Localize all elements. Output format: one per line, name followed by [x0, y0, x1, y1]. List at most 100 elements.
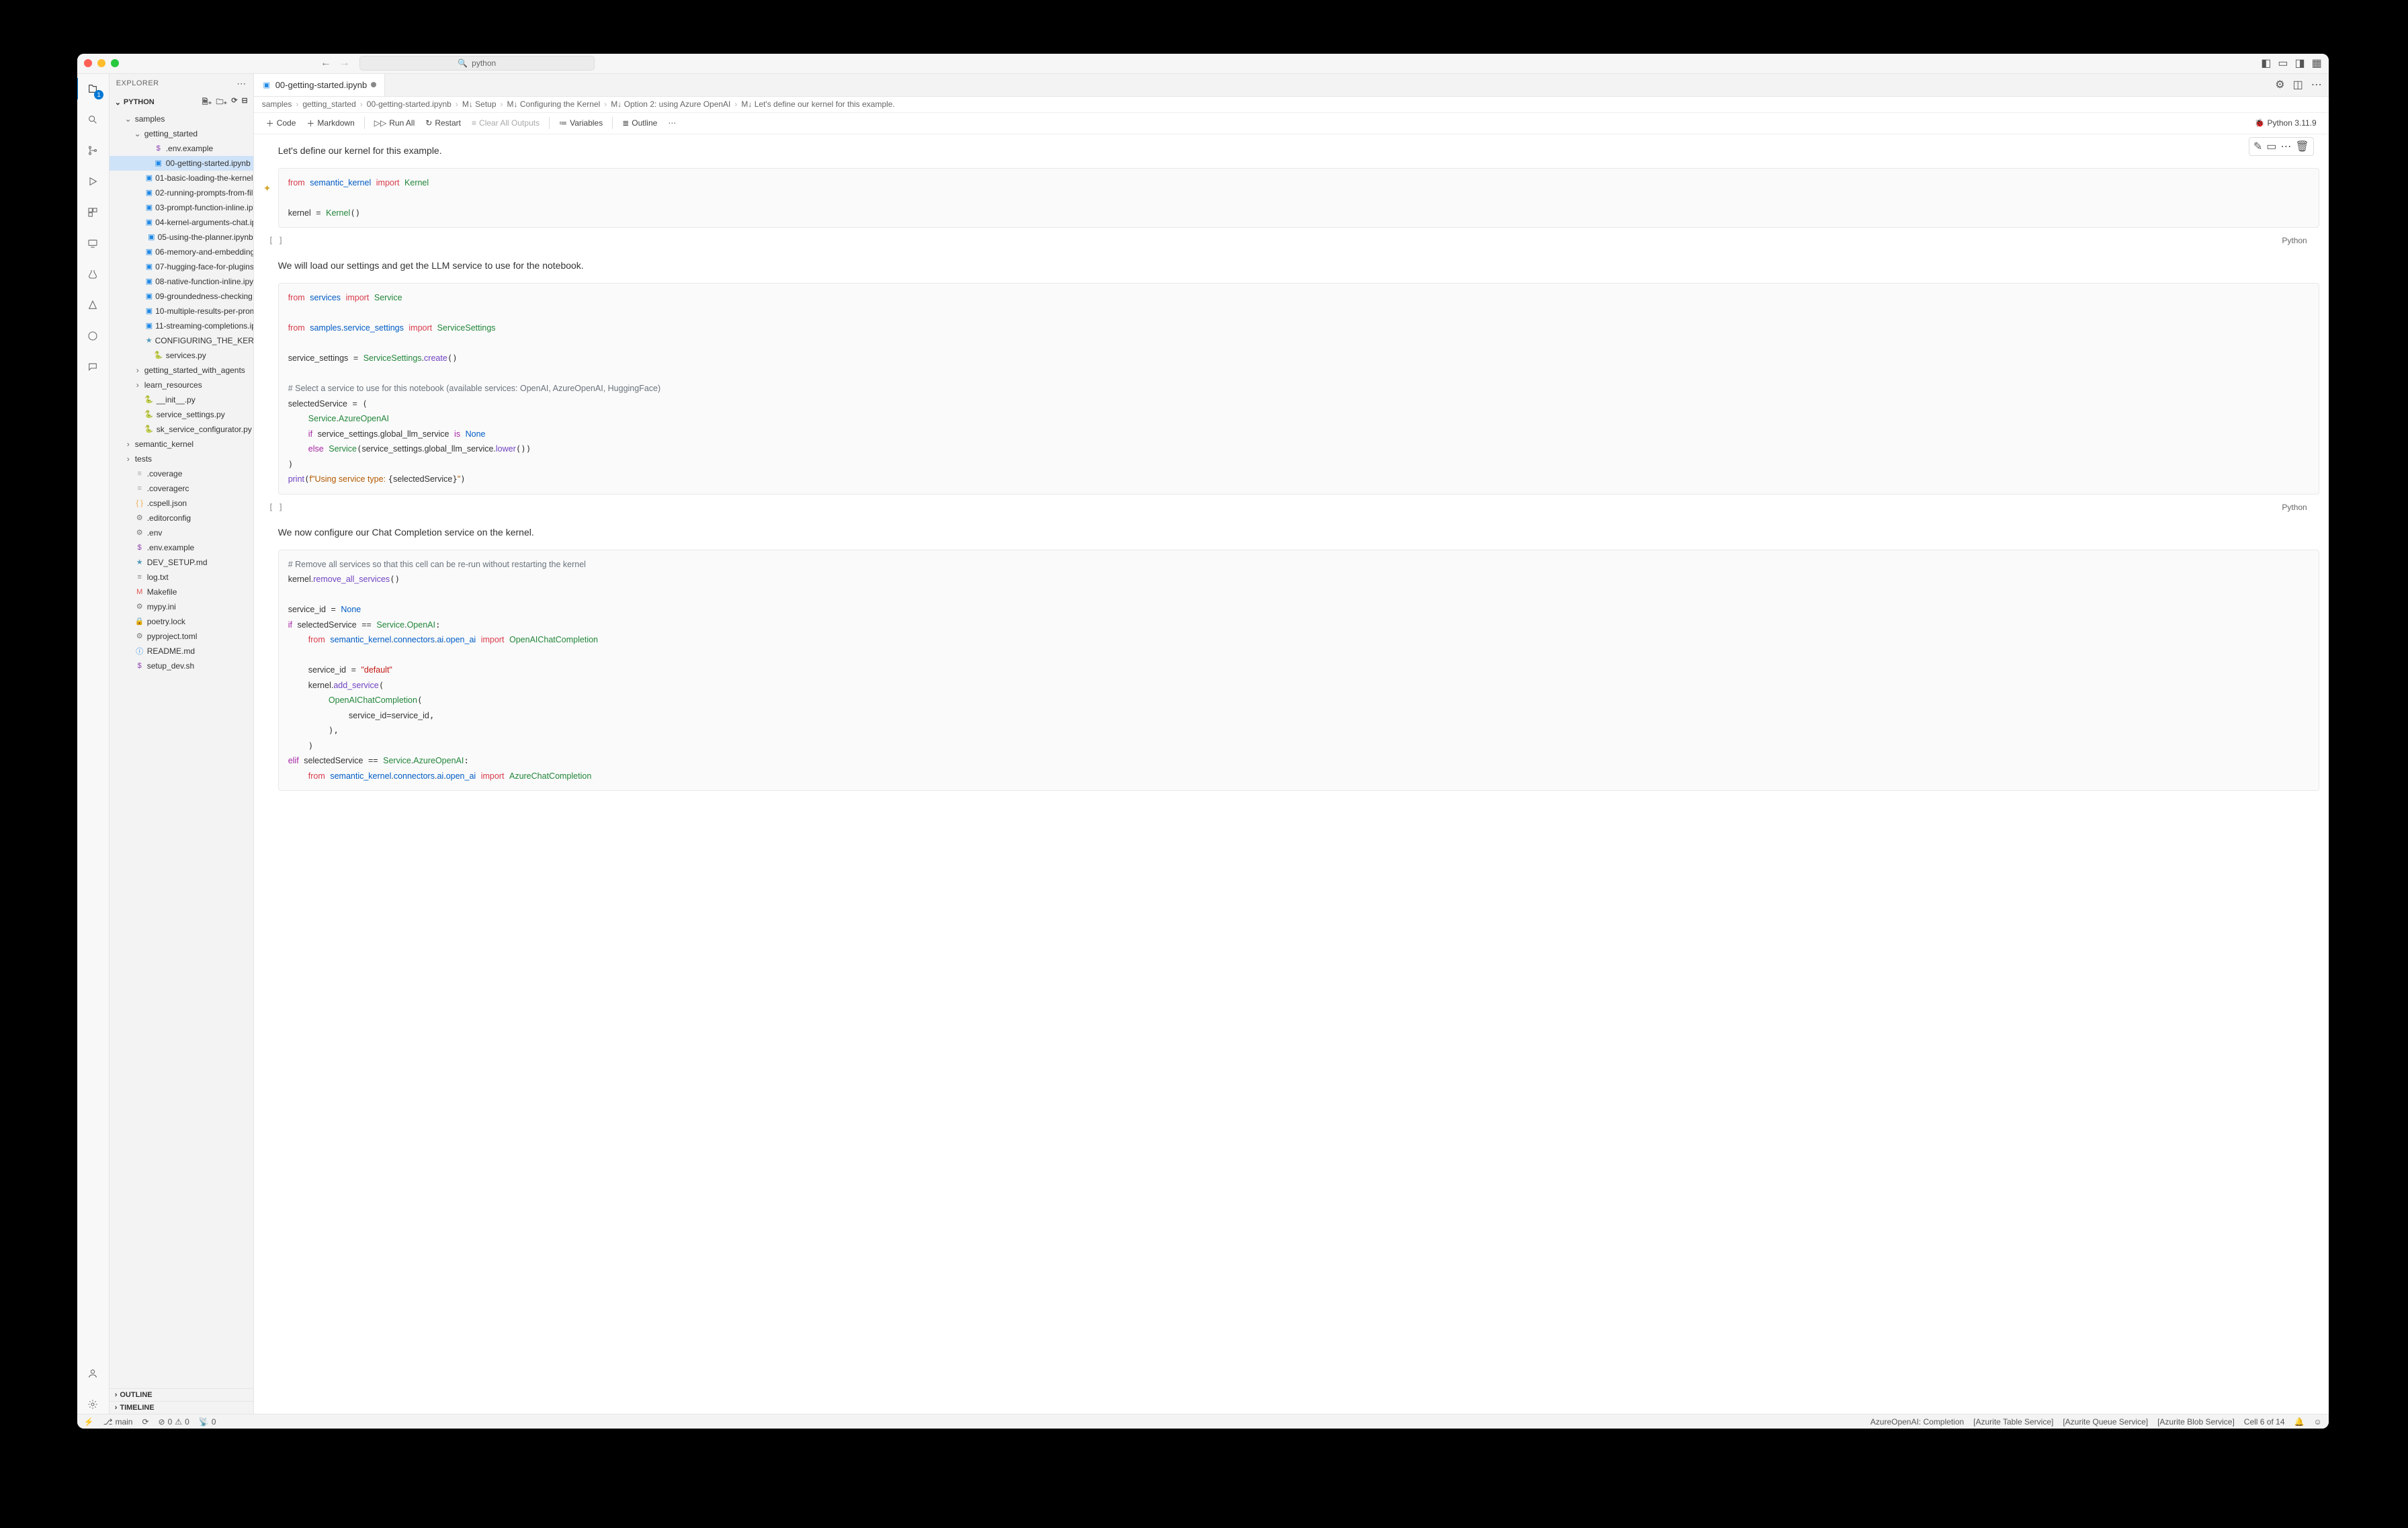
- more-cell-icon[interactable]: ⋯: [2280, 140, 2291, 153]
- git-branch[interactable]: ⎇main: [103, 1417, 133, 1427]
- cell-language[interactable]: Python: [2282, 236, 2312, 245]
- file-row[interactable]: ▣10-multiple-results-per-prompt.ipynb: [110, 304, 253, 319]
- kernel-picker[interactable]: 🐞 Python 3.11.9: [2251, 117, 2321, 129]
- timeline-section[interactable]: › TIMELINE: [110, 1401, 253, 1414]
- folder-section-header[interactable]: ⌄ PYTHON 🗎₊ 🗀₊ ⟳ ⊟: [110, 93, 253, 112]
- nav-forward-icon[interactable]: →: [339, 57, 350, 69]
- file-row[interactable]: ≡.coverage: [110, 466, 253, 481]
- command-center-search[interactable]: 🔍 python: [359, 56, 595, 71]
- folder-row[interactable]: ›semantic_kernel: [110, 437, 253, 452]
- sparkle-icon[interactable]: ✦: [262, 168, 278, 194]
- file-row[interactable]: ▣07-hugging-face-for-plugins.ipynb: [110, 259, 253, 274]
- file-row[interactable]: $.env.example: [110, 540, 253, 555]
- file-row[interactable]: $.env.example: [110, 141, 253, 156]
- folder-row[interactable]: ›learn_resources: [110, 378, 253, 392]
- activity-extensions[interactable]: [83, 203, 102, 222]
- split-editor-icon[interactable]: ◫: [2293, 78, 2303, 91]
- file-row[interactable]: ▣11-streaming-completions.ipynb: [110, 319, 253, 333]
- file-row[interactable]: 🐍services.py: [110, 348, 253, 363]
- ports-status[interactable]: 📡0: [199, 1417, 216, 1427]
- file-row[interactable]: ≡.coveragerc: [110, 481, 253, 496]
- file-row[interactable]: ⚙mypy.ini: [110, 599, 253, 614]
- file-row[interactable]: ★DEV_SETUP.md: [110, 555, 253, 570]
- file-row[interactable]: ⚙.editorconfig: [110, 511, 253, 525]
- activity-azure[interactable]: [83, 296, 102, 314]
- file-row[interactable]: ≡log.txt: [110, 570, 253, 585]
- markdown-cell[interactable]: Let's define our kernel for this example…: [262, 142, 2329, 168]
- code-editor[interactable]: # Remove all services so that this cell …: [278, 550, 2319, 792]
- outline-section[interactable]: › OUTLINE: [110, 1388, 253, 1401]
- file-row[interactable]: ▣03-prompt-function-inline.ipynb: [110, 200, 253, 215]
- code-editor[interactable]: from services import Service from sample…: [278, 283, 2319, 495]
- file-row[interactable]: { }.cspell.json: [110, 496, 253, 511]
- file-row[interactable]: MMakefile: [110, 585, 253, 599]
- remote-indicator[interactable]: ⚡: [84, 1417, 94, 1427]
- file-row[interactable]: ▣00-getting-started.ipynb: [110, 156, 253, 171]
- clear-all-button[interactable]: ≡Clear All Outputs: [468, 117, 544, 129]
- activity-accounts[interactable]: [83, 1364, 102, 1383]
- collapse-icon[interactable]: ⊟: [241, 96, 247, 109]
- minimize-window-button[interactable]: [97, 59, 105, 67]
- file-row[interactable]: 🐍__init__.py: [110, 392, 253, 407]
- layout-panel-icon[interactable]: ▭: [2278, 56, 2288, 70]
- file-row[interactable]: ▣02-running-prompts-from-file.ipynb: [110, 185, 253, 200]
- file-row[interactable]: 🐍service_settings.py: [110, 407, 253, 422]
- activity-settings[interactable]: [83, 1395, 102, 1414]
- more-icon[interactable]: ⋯: [2311, 78, 2322, 91]
- restart-button[interactable]: ↻Restart: [421, 117, 465, 129]
- gear-icon[interactable]: ⚙: [2275, 78, 2284, 91]
- breadcrumb-item[interactable]: 00-getting-started.ipynb: [367, 99, 452, 109]
- activity-explorer[interactable]: 1: [83, 79, 102, 98]
- file-row[interactable]: ▣04-kernel-arguments-chat.ipynb: [110, 215, 253, 230]
- view-cell-icon[interactable]: ▭: [2266, 140, 2276, 153]
- activity-chat[interactable]: [83, 357, 102, 376]
- activity-search[interactable]: [83, 110, 102, 129]
- breadcrumb-item[interactable]: M↓ Configuring the Kernel: [507, 99, 601, 109]
- layout-customize-icon[interactable]: ▦: [2312, 56, 2322, 70]
- cell-language[interactable]: Python: [2282, 503, 2312, 512]
- activity-github[interactable]: [83, 327, 102, 345]
- breadcrumb[interactable]: samples›getting_started›00-getting-start…: [254, 97, 2329, 113]
- new-folder-icon[interactable]: 🗀₊: [216, 96, 227, 109]
- toolbar-more-icon[interactable]: ⋯: [664, 118, 680, 128]
- breadcrumb-item[interactable]: M↓ Option 2: using Azure OpenAI: [611, 99, 730, 109]
- markdown-cell[interactable]: We will load our settings and get the LL…: [262, 257, 2329, 283]
- file-row[interactable]: ★CONFIGURING_THE_KERNEL.md: [110, 333, 253, 348]
- file-row[interactable]: $setup_dev.sh: [110, 659, 253, 673]
- file-row[interactable]: ▣08-native-function-inline.ipynb: [110, 274, 253, 289]
- sidebar-more-icon[interactable]: ⋯: [236, 78, 247, 89]
- status-item[interactable]: Cell 6 of 14: [2244, 1417, 2285, 1427]
- markdown-cell[interactable]: We now configure our Chat Completion ser…: [262, 524, 2329, 550]
- layout-sidebar-left-icon[interactable]: ◧: [2261, 56, 2271, 70]
- variables-button[interactable]: ≔Variables: [555, 117, 607, 129]
- activity-testing[interactable]: [83, 265, 102, 284]
- layout-sidebar-right-icon[interactable]: ◨: [2294, 56, 2305, 70]
- delete-cell-icon[interactable]: 🗑: [2295, 140, 2309, 153]
- folder-row[interactable]: ⌄getting_started: [110, 126, 253, 141]
- activity-run-debug[interactable]: [83, 172, 102, 191]
- status-item[interactable]: [Azurite Blob Service]: [2157, 1417, 2235, 1427]
- status-item[interactable]: [Azurite Table Service]: [1973, 1417, 2053, 1427]
- file-row[interactable]: ▣01-basic-loading-the-kernel.ipynb: [110, 171, 253, 185]
- notifications-icon[interactable]: 🔔: [2294, 1417, 2305, 1427]
- file-row[interactable]: ⚙.env: [110, 525, 253, 540]
- add-markdown-button[interactable]: ＋Markdown: [302, 116, 358, 130]
- breadcrumb-item[interactable]: M↓ Let's define our kernel for this exam…: [741, 99, 894, 109]
- status-item[interactable]: [Azurite Queue Service]: [2063, 1417, 2148, 1427]
- breadcrumb-item[interactable]: samples: [262, 99, 292, 109]
- nav-back-icon[interactable]: ←: [320, 57, 331, 69]
- file-row[interactable]: ▣06-memory-and-embeddings.ipynb: [110, 245, 253, 259]
- add-code-button[interactable]: ＋Code: [262, 116, 300, 130]
- status-item[interactable]: AzureOpenAI: Completion: [1870, 1417, 1964, 1427]
- breadcrumb-item[interactable]: getting_started: [302, 99, 355, 109]
- new-file-icon[interactable]: 🗎₊: [202, 96, 212, 109]
- edit-cell-icon[interactable]: ✎: [2253, 140, 2262, 153]
- activity-source-control[interactable]: [83, 141, 102, 160]
- sync-button[interactable]: ⟳: [142, 1417, 148, 1427]
- code-editor[interactable]: from semantic_kernel import Kernel kerne…: [278, 168, 2319, 228]
- feedback-icon[interactable]: ☺: [2313, 1417, 2321, 1427]
- file-row[interactable]: ⓘREADME.md: [110, 644, 253, 659]
- file-row[interactable]: 🐍sk_service_configurator.py: [110, 422, 253, 437]
- file-row[interactable]: ▣09-groundedness-checking.ipynb: [110, 289, 253, 304]
- maximize-window-button[interactable]: [111, 59, 119, 67]
